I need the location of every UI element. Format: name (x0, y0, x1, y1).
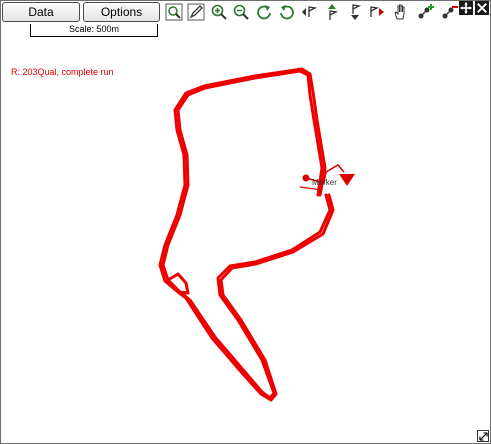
marker-dot-icon (302, 174, 310, 182)
track-line-alt (158, 67, 335, 402)
marker-arrow-icon (339, 174, 355, 186)
track-line (161, 69, 332, 400)
resize-icon[interactable] (477, 430, 489, 442)
marker-label: Marker (312, 178, 337, 187)
track-map[interactable] (0, 0, 491, 444)
